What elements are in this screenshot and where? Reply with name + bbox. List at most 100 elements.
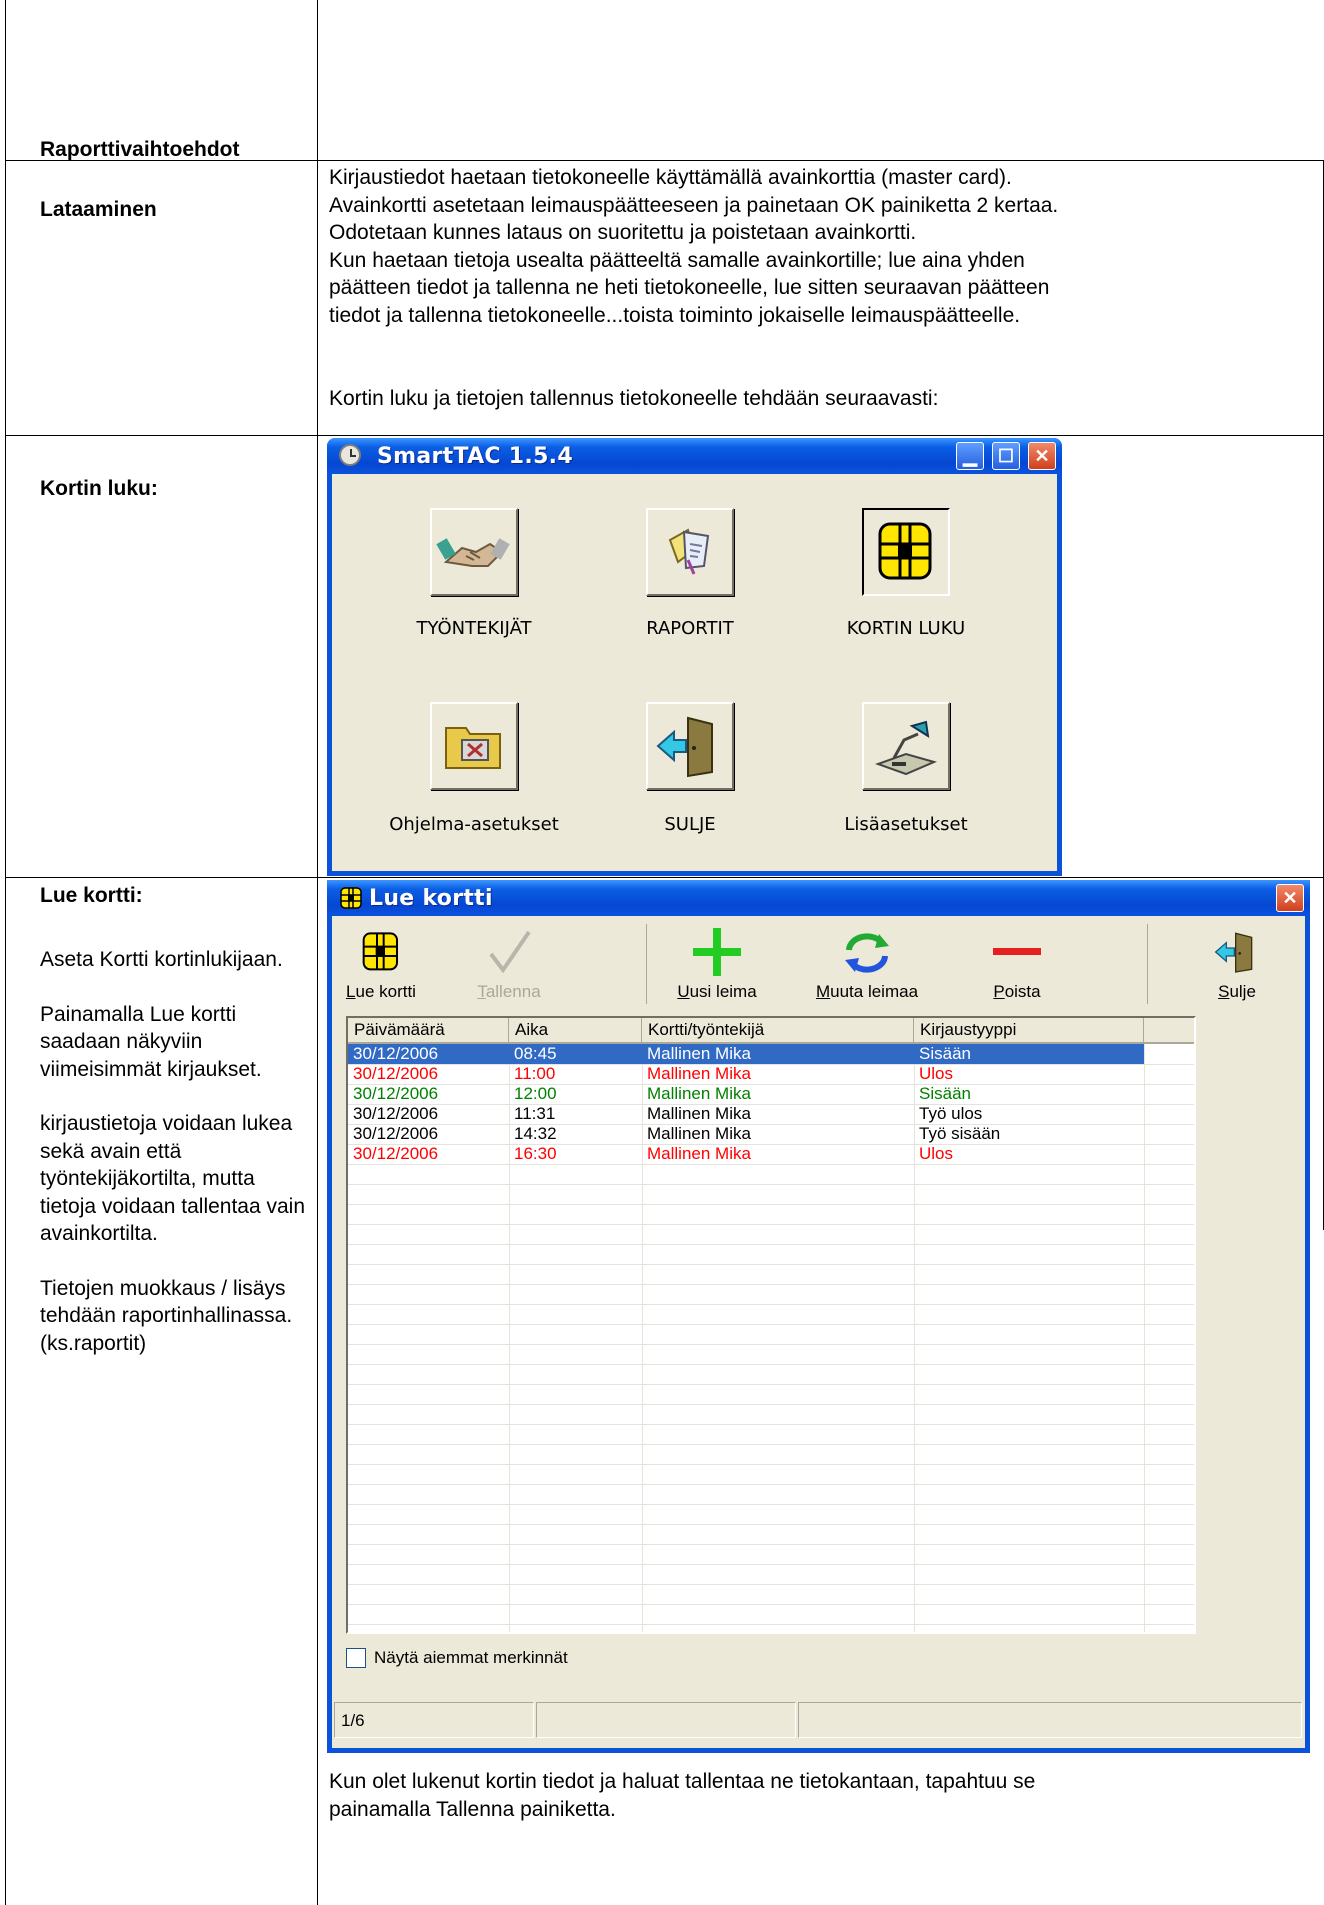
maximize-button[interactable]: ☐: [992, 442, 1020, 470]
row-label-card-read: Kortin luku:: [40, 477, 158, 500]
plus-icon: [693, 928, 741, 976]
status-count: 1/6: [334, 1702, 534, 1738]
row-label-loading: Lataaminen: [40, 198, 157, 221]
table-cell-time: 14:32: [514, 1124, 557, 1143]
additional-settings-button[interactable]: [862, 702, 950, 790]
table-cell-time: 08:45: [514, 1044, 557, 1063]
table-cell-name: Mallinen Mika: [647, 1084, 751, 1103]
grid-hline: [348, 1564, 1194, 1565]
table-cell-type: Ulos: [919, 1144, 954, 1163]
table-cell-type: Työ sisään: [919, 1124, 1001, 1143]
show-earlier-entries-checkbox[interactable]: [346, 1648, 366, 1668]
grid-hline: [348, 1204, 1194, 1205]
employees-label: TYÖNTEKIJÄT: [416, 618, 532, 639]
stamp-table[interactable]: Päivämäärä Aika Kortti/työntekijä Kirjau…: [346, 1016, 1196, 1634]
close-button[interactable]: ✕: [1028, 442, 1056, 470]
grid-hline: [348, 1524, 1194, 1525]
grid-hline: [348, 1444, 1194, 1445]
instruction-paragraph: Aseta Kortti kortinlukijaan.: [40, 948, 283, 971]
table-cell-time: 11:31: [514, 1104, 556, 1123]
instruction-paragraph: Tietojen muokkaus / lisäys tehdään rapor…: [40, 1276, 293, 1355]
title-bar[interactable]: Lue kortti ✕: [327, 880, 1310, 916]
table-row[interactable]: 30/12/2006 11:00 Mallinen Mika Ulos: [348, 1064, 1144, 1084]
table-row[interactable]: 30/12/2006 11:31 Mallinen Mika Työ ulos: [348, 1104, 1144, 1124]
refresh-arrows-icon: [845, 933, 889, 973]
clock-icon: [339, 444, 361, 466]
instruction-paragraph: Painamalla Lue kortti saadaan näkyviin v…: [40, 1002, 262, 1081]
grid-hline: [348, 1364, 1194, 1365]
window-title: SmartTAC 1.5.4: [377, 444, 573, 469]
exit-button[interactable]: [646, 702, 734, 790]
smartcard-chip-icon: [878, 522, 932, 580]
title-bar[interactable]: SmartTAC 1.5.4 ▁ ☐ ✕: [327, 438, 1062, 474]
column-header-time[interactable]: Aika: [509, 1018, 642, 1044]
grid-hline: [348, 1624, 1194, 1625]
report-icon: [668, 528, 710, 575]
grid-hline: [348, 1304, 1194, 1305]
table-row[interactable]: 30/12/2006 16:30 Mallinen Mika Ulos: [348, 1144, 1144, 1164]
table-row[interactable]: 30/12/2006 12:00 Mallinen Mika Sisään: [348, 1084, 1144, 1104]
exit-label: SULJE: [664, 814, 716, 835]
toolbar-separator: [646, 924, 647, 1004]
grid-hline: [348, 1324, 1194, 1325]
column-header-entry-type[interactable]: Kirjaustyyppi: [914, 1018, 1144, 1044]
table-cell-time: 12:00: [514, 1084, 557, 1103]
grid-hline: [348, 1164, 1194, 1165]
table-row[interactable]: 30/12/2006 14:32 Mallinen Mika Työ sisään: [348, 1124, 1144, 1144]
column-header-date[interactable]: Päivämäärä: [348, 1018, 509, 1044]
close-tool[interactable]: Sulje: [1192, 922, 1282, 1006]
delete-tool[interactable]: Poista: [972, 922, 1062, 1006]
grid-hline: [348, 1184, 1194, 1185]
save-tool[interactable]: Tallenna: [464, 922, 554, 1006]
minimize-button[interactable]: ▁: [956, 442, 984, 470]
close-button[interactable]: ✕: [1276, 884, 1304, 912]
tool-label: Poista: [993, 982, 1041, 1001]
reports-button[interactable]: [646, 508, 734, 596]
grid-hline: [348, 1404, 1194, 1405]
table-cell-date: 30/12/2006: [353, 1144, 439, 1163]
table-cell-name: Mallinen Mika: [647, 1144, 751, 1163]
edit-stamp-tool[interactable]: Muuta leimaa: [802, 922, 932, 1006]
tool-label: Uusi leima: [677, 982, 757, 1001]
desk-lamp-icon: [875, 720, 937, 776]
table-cell-time: 16:30: [514, 1144, 557, 1163]
row-divider: [5, 877, 1324, 878]
reports-label: RAPORTIT: [646, 618, 734, 639]
table-cell-name: Mallinen Mika: [647, 1104, 751, 1123]
loading-instructions: Kirjaustiedot haetaan tietokoneelle käyt…: [329, 166, 1059, 327]
read-card-tool[interactable]: Lue kortti: [336, 922, 426, 1006]
smarttac-window: SmartTAC 1.5.4 ▁ ☐ ✕ TYÖNTEKIJÄT RAPORTI…: [327, 438, 1062, 876]
table-cell-name: Mallinen Mika: [647, 1044, 751, 1063]
grid-hline: [348, 1504, 1194, 1505]
tool-label: Sulje: [1218, 982, 1256, 1001]
tool-label: Muuta leimaa: [815, 982, 919, 1001]
table-row[interactable]: 30/12/2006 08:45 Mallinen Mika Sisään: [348, 1044, 1144, 1064]
employees-button[interactable]: [430, 508, 518, 596]
grid-hline: [348, 1384, 1194, 1385]
grid-hline: [348, 1544, 1194, 1545]
new-stamp-tool[interactable]: Uusi leima: [662, 922, 772, 1006]
program-settings-label: Ohjelma-asetukset: [389, 814, 559, 835]
read-card-window: Lue kortti ✕ Lue kortti Tallenna Uusi le…: [327, 880, 1310, 1753]
table-cell-date: 30/12/2006: [353, 1104, 439, 1123]
window-client: TYÖNTEKIJÄT RAPORTIT KORTIN LUKU Ohjelma…: [332, 474, 1057, 871]
status-panel: [798, 1702, 1302, 1738]
table-cell-name: Mallinen Mika: [647, 1064, 751, 1083]
grid-vline: [1144, 1044, 1145, 1632]
table-cell-type: Sisään: [919, 1044, 971, 1063]
checkmark-icon: [489, 930, 531, 974]
program-settings-button[interactable]: [430, 702, 518, 790]
handshake-icon: [436, 538, 510, 567]
column-header-card-employee[interactable]: Kortti/työntekijä: [642, 1018, 914, 1044]
table-cell-date: 30/12/2006: [353, 1044, 439, 1063]
show-earlier-entries-label: Näytä aiemmat merkinnät: [374, 1648, 568, 1667]
row-label-reports: Raporttivaihtoehdot: [40, 138, 240, 161]
additional-settings-label: Lisäasetukset: [844, 814, 968, 835]
grid-hline: [348, 1284, 1194, 1285]
grid-hline: [348, 1344, 1194, 1345]
grid-hline: [348, 1604, 1194, 1605]
column-header-extra: [1144, 1018, 1194, 1044]
read-card-button[interactable]: [862, 508, 950, 596]
table-cell-date: 30/12/2006: [353, 1124, 439, 1143]
row-divider: [5, 435, 1324, 436]
